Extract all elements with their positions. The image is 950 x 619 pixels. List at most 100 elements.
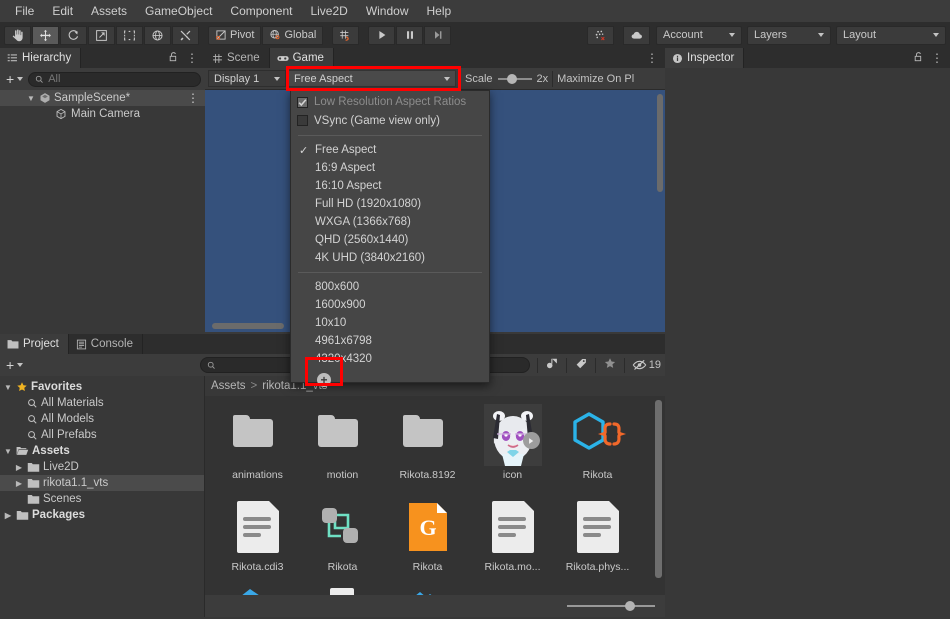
asset-grid-scrollbar[interactable] bbox=[655, 400, 662, 578]
expand-triangle-icon[interactable]: ▶ bbox=[14, 463, 24, 472]
add-resolution-button[interactable]: + bbox=[291, 368, 489, 392]
collab-icon[interactable] bbox=[587, 25, 614, 45]
hierarchy-add-button[interactable]: + bbox=[4, 71, 25, 87]
menu-item-help[interactable]: Help bbox=[418, 2, 461, 20]
asset-item-motion[interactable]: motion bbox=[300, 404, 385, 481]
rotate-tool-button[interactable] bbox=[60, 25, 87, 45]
transform-tool-button[interactable] bbox=[144, 25, 171, 45]
menu-option-free-aspect[interactable]: ✓ Free Aspect bbox=[291, 141, 489, 159]
filter-by-label-icon[interactable] bbox=[574, 357, 588, 373]
breadcrumb-assets[interactable]: Assets bbox=[211, 380, 246, 392]
menu-option-1600x900[interactable]: 1600x900 bbox=[291, 296, 489, 314]
menu-option-wxga[interactable]: WXGA (1366x768) bbox=[291, 213, 489, 231]
menu-item-edit[interactable]: Edit bbox=[43, 2, 82, 20]
filter-by-type-icon[interactable] bbox=[545, 357, 559, 373]
asset-zoom-slider-knob[interactable] bbox=[625, 601, 635, 611]
tab-game[interactable]: Game bbox=[269, 48, 334, 68]
lock-icon[interactable] bbox=[168, 51, 179, 66]
aspect-ratio-menu[interactable]: Low Resolution Aspect Ratios VSync (Game… bbox=[290, 90, 490, 387]
pause-button[interactable] bbox=[396, 25, 424, 45]
tree-item-all-prefabs[interactable]: All Prefabs bbox=[0, 427, 204, 443]
panel-menu-icon[interactable]: ⋮ bbox=[186, 52, 198, 64]
asset-item-rikota-physics[interactable]: Rikota.phys... bbox=[555, 496, 640, 573]
asset-item-partial-1[interactable] bbox=[215, 586, 300, 595]
tree-item-scenes[interactable]: Scenes bbox=[0, 491, 204, 507]
tab-hierarchy[interactable]: Hierarchy bbox=[0, 48, 82, 68]
menu-option-4961x6798[interactable]: 4961x6798 bbox=[291, 332, 489, 350]
checkbox-unchecked-icon[interactable] bbox=[297, 115, 308, 126]
menu-option-16-10-aspect[interactable]: 16:10 Aspect bbox=[291, 177, 489, 195]
asset-item-partial-3[interactable] bbox=[385, 586, 470, 595]
menu-option-vsync[interactable]: VSync (Game view only) bbox=[291, 111, 489, 130]
tree-item-packages[interactable]: ▶ Packages bbox=[0, 507, 204, 523]
asset-item-rikota-prefab[interactable]: Rikota bbox=[300, 496, 385, 573]
step-button[interactable] bbox=[424, 25, 452, 45]
cloud-icon[interactable] bbox=[623, 25, 650, 45]
panel-menu-icon[interactable]: ⋮ bbox=[931, 52, 943, 64]
tab-scene[interactable]: Scene bbox=[205, 48, 270, 68]
layout-dropdown[interactable]: Layout bbox=[836, 25, 946, 45]
menu-item-file[interactable]: File bbox=[6, 2, 43, 20]
tree-item-all-materials[interactable]: All Materials bbox=[0, 395, 204, 411]
menu-item-window[interactable]: Window bbox=[357, 2, 418, 20]
asset-item-icon[interactable]: icon bbox=[470, 404, 555, 481]
tab-project[interactable]: Project bbox=[0, 334, 69, 354]
favorite-star-icon[interactable] bbox=[603, 357, 617, 373]
asset-item-rikota-moc[interactable]: G Rikota bbox=[385, 496, 470, 573]
hierarchy-row-samplescene[interactable]: ▼ SampleScene* ⋮ bbox=[0, 90, 205, 106]
project-add-button[interactable]: + bbox=[4, 357, 25, 373]
maximize-on-play-toggle[interactable]: Maximize On Pl bbox=[557, 73, 634, 85]
account-dropdown[interactable]: Account bbox=[656, 25, 742, 45]
pivot-toggle-button[interactable]: Pivot bbox=[208, 25, 262, 45]
tab-console[interactable]: Console bbox=[68, 334, 143, 354]
menu-option-4k-uhd[interactable]: 4K UHD (3840x2160) bbox=[291, 249, 489, 267]
tree-item-live2d[interactable]: ▶ Live2D bbox=[0, 459, 204, 475]
layers-dropdown[interactable]: Layers bbox=[747, 25, 831, 45]
expand-triangle-icon[interactable]: ▼ bbox=[3, 383, 13, 392]
menu-option-qhd[interactable]: QHD (2560x1440) bbox=[291, 231, 489, 249]
custom-editor-tool-button[interactable] bbox=[172, 25, 199, 45]
global-toggle-button[interactable]: Global bbox=[262, 25, 324, 45]
hierarchy-search-input[interactable]: All bbox=[28, 71, 201, 87]
asset-zoom-slider[interactable] bbox=[567, 601, 655, 611]
menu-option-800x600[interactable]: 800x600 bbox=[291, 278, 489, 296]
scale-slider-knob[interactable] bbox=[506, 73, 517, 84]
menu-item-assets[interactable]: Assets bbox=[82, 2, 136, 20]
asset-item-rikota-cdi3[interactable]: Rikota.cdi3 bbox=[215, 496, 300, 573]
menu-option-10x10[interactable]: 10x10 bbox=[291, 314, 489, 332]
menu-option-4320x4320[interactable]: 4320x4320 bbox=[291, 350, 489, 368]
expand-triangle-icon[interactable]: ▶ bbox=[14, 479, 24, 488]
panel-menu-icon[interactable]: ⋮ bbox=[646, 52, 658, 64]
aspect-ratio-dropdown[interactable]: Free Aspect bbox=[288, 70, 456, 87]
lock-icon[interactable] bbox=[913, 51, 924, 66]
move-tool-button[interactable] bbox=[32, 25, 59, 45]
rect-transform-tool-button[interactable] bbox=[116, 25, 143, 45]
hierarchy-row-maincamera[interactable]: Main Camera bbox=[0, 106, 205, 122]
play-button[interactable] bbox=[368, 25, 396, 45]
menu-option-16-9-aspect[interactable]: 16:9 Aspect bbox=[291, 159, 489, 177]
menu-item-live2d[interactable]: Live2D bbox=[301, 2, 356, 20]
row-menu-icon[interactable]: ⋮ bbox=[187, 92, 205, 104]
asset-item-animations[interactable]: animations bbox=[215, 404, 300, 481]
game-view-scrollbar-vertical[interactable] bbox=[657, 94, 663, 192]
tab-inspector[interactable]: Inspector bbox=[665, 48, 745, 68]
asset-grid[interactable]: animations motion Rikota.8192 icon Rikot… bbox=[205, 396, 665, 595]
tree-item-rikota[interactable]: ▶ rikota1.1_vts bbox=[0, 475, 204, 491]
asset-item-partial-2[interactable] bbox=[300, 586, 385, 595]
menu-item-gameobject[interactable]: GameObject bbox=[136, 2, 221, 20]
game-view-scrollbar-horizontal[interactable] bbox=[212, 323, 284, 329]
expand-triangle-icon[interactable]: ▶ bbox=[3, 511, 13, 520]
tree-item-favorites[interactable]: ▼ Favorites bbox=[0, 379, 204, 395]
tree-item-all-models[interactable]: All Models bbox=[0, 411, 204, 427]
menu-option-full-hd[interactable]: Full HD (1920x1080) bbox=[291, 195, 489, 213]
scale-tool-button[interactable] bbox=[88, 25, 115, 45]
grid-snap-icon[interactable] bbox=[332, 25, 360, 45]
hand-tool-button[interactable] bbox=[4, 25, 31, 45]
display-dropdown[interactable]: Display 1 bbox=[208, 70, 286, 87]
tree-item-assets[interactable]: ▼ Assets bbox=[0, 443, 204, 459]
menu-item-component[interactable]: Component bbox=[221, 2, 301, 20]
hidden-packages-count[interactable]: 19 bbox=[632, 359, 661, 371]
expand-triangle-icon[interactable]: ▼ bbox=[26, 94, 36, 103]
asset-item-rikota8192[interactable]: Rikota.8192 bbox=[385, 404, 470, 481]
scale-slider[interactable] bbox=[497, 73, 532, 84]
